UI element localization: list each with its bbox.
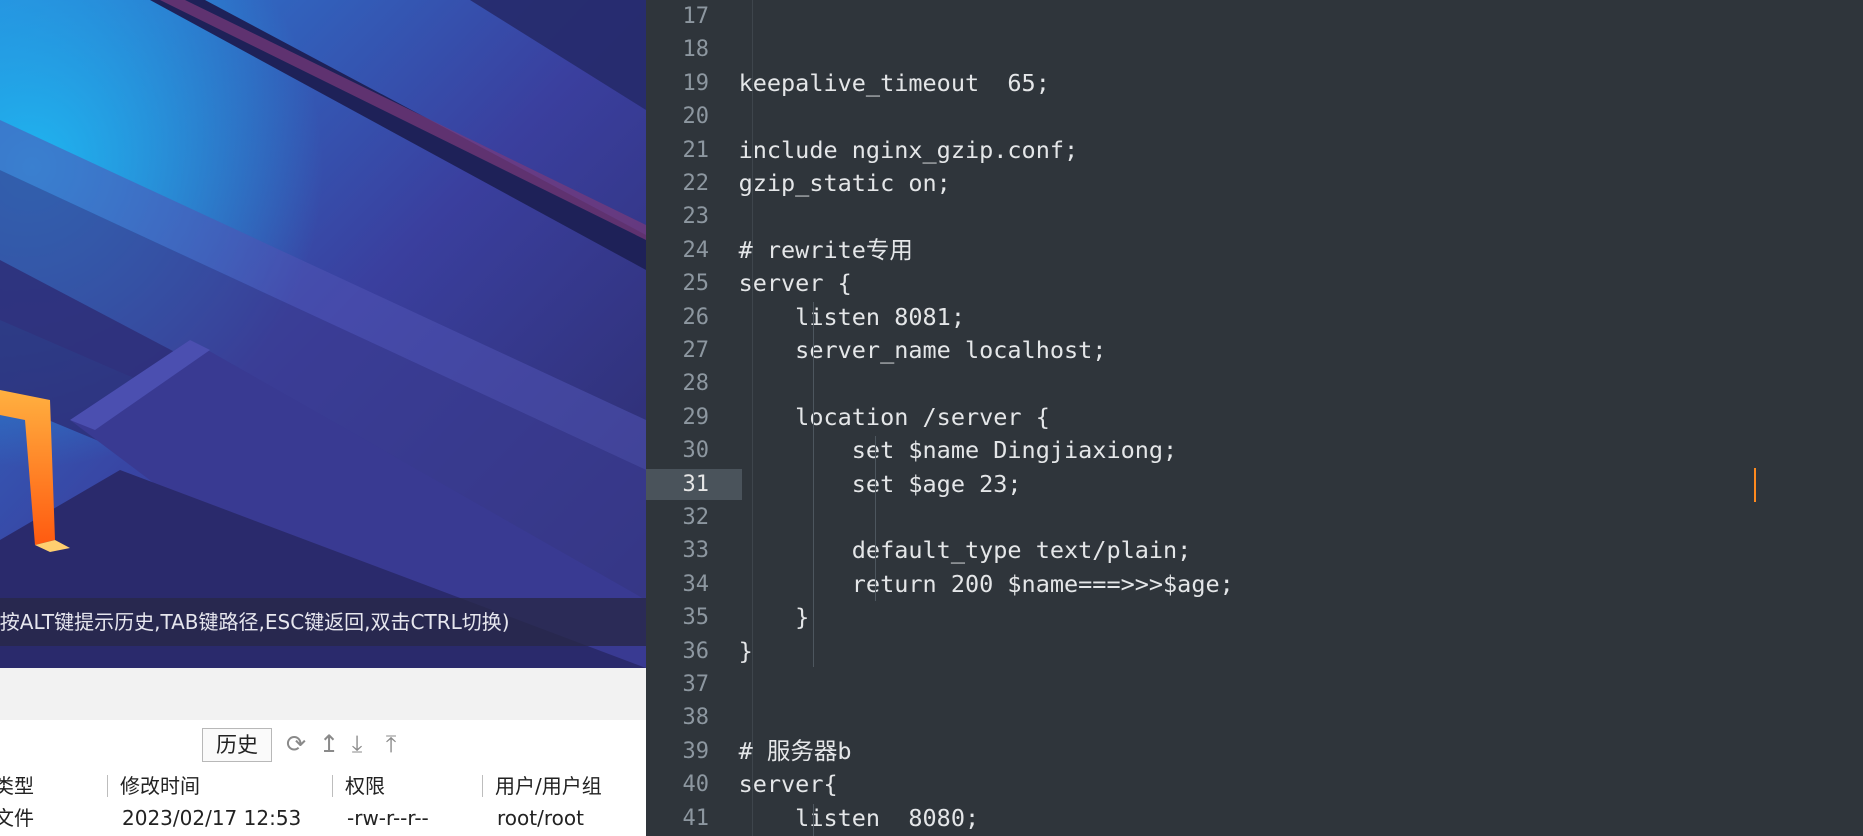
code-line[interactable]: 19 keepalive_timeout 65; [646, 67, 1863, 100]
column-modified[interactable]: 修改时间 [120, 770, 200, 802]
command-hint-bar: (按ALT键提示历史,TAB键路径,ESC键返回,双击CTRL切换) [0, 598, 646, 646]
line-number: 17 [682, 4, 710, 29]
code-line[interactable]: 22 gzip_static on; [646, 167, 1863, 200]
line-text: # 服务器b [682, 736, 852, 765]
line-number: 37 [682, 672, 710, 697]
line-text: gzip_static on; [682, 169, 951, 197]
cell-permissions: -rw-r--r-- [347, 806, 429, 830]
code-line[interactable]: 28 [646, 367, 1863, 400]
history-button[interactable]: 历史 [202, 728, 272, 762]
cell-owner: root/root [497, 806, 584, 830]
line-text: } [682, 603, 810, 632]
code-line[interactable]: 17 [646, 0, 1863, 33]
line-number: 23 [682, 204, 710, 230]
code-line[interactable]: 33 default_type text/plain; [646, 534, 1863, 567]
line-text: return 200 $name===>>>$age; [682, 569, 1234, 598]
code-line[interactable]: 27 server_name localhost; [646, 334, 1863, 367]
file-table-header: 类型 修改时间 权限 用户/用户组 [0, 770, 646, 803]
code-line[interactable]: 37 [646, 668, 1863, 701]
code-line[interactable]: 38 [646, 701, 1863, 734]
line-text: listen 8080; [682, 803, 980, 832]
code-line[interactable]: 40 server{ [646, 768, 1863, 801]
line-text: server{ [682, 770, 838, 799]
line-text: server_name localhost; [682, 336, 1107, 364]
code-line[interactable]: 31 set $age 23; [646, 468, 1863, 501]
up-icon[interactable]: ↥ [315, 730, 343, 758]
file-toolbar [0, 668, 646, 721]
terminal-panel: (按ALT键提示历史,TAB键路径,ESC键返回,双击CTRL切换) 历史 ⟳ … [0, 0, 646, 836]
code-line[interactable]: 24 # rewrite专用 [646, 234, 1863, 267]
column-separator[interactable] [107, 775, 108, 797]
code-line[interactable]: 21 include nginx_gzip.conf; [646, 134, 1863, 167]
line-number: 20 [682, 104, 710, 130]
cell-modified: 2023/02/17 12:53 [122, 806, 302, 830]
code-line[interactable]: 32 [646, 501, 1863, 534]
line-number: 32 [682, 505, 710, 530]
hint-text: (按ALT键提示历史,TAB键路径,ESC键返回,双击CTRL切换) [0, 610, 510, 634]
indent-guide [813, 804, 814, 836]
line-text: include nginx_gzip.conf; [682, 135, 1079, 164]
code-editor[interactable]: 17 18 19 keepalive_timeout 65; 20 21 include… [646, 0, 1863, 836]
table-row[interactable]: 文件 2023/02/17 12:53 -rw-r--r-- root/root [0, 802, 646, 836]
download-icon[interactable]: ⤓ [343, 730, 371, 758]
code-line[interactable]: 26 listen 8081; [646, 301, 1863, 334]
upload-icon[interactable]: ⤒ [377, 730, 405, 758]
line-text: set $name Dingjiaxiong; [682, 436, 1178, 465]
column-separator[interactable] [482, 775, 483, 797]
indent-guide [813, 302, 814, 667]
column-separator[interactable] [332, 775, 333, 797]
cell-type: 文件 [0, 806, 34, 830]
line-text: server { [682, 269, 852, 298]
line-text: listen 8081; [682, 302, 965, 331]
line-number: 28 [682, 371, 710, 397]
column-permissions[interactable]: 权限 [345, 770, 385, 802]
code-line[interactable]: 20 [646, 100, 1863, 133]
code-line[interactable]: 35 } [646, 601, 1863, 634]
line-text: default_type text/plain; [682, 536, 1192, 565]
indent-guide [875, 436, 876, 601]
line-text: keepalive_timeout 65; [682, 68, 1050, 97]
column-type[interactable]: 类型 [0, 770, 34, 802]
code-line[interactable]: 18 [646, 33, 1863, 66]
line-text: location /server { [682, 402, 1050, 431]
code-line[interactable]: 41 listen 8080; [646, 802, 1863, 835]
code-line[interactable]: 39 # 服务器b [646, 735, 1863, 768]
refresh-icon[interactable]: ⟳ [282, 730, 310, 758]
code-line[interactable]: 29 location /server { [646, 401, 1863, 434]
column-owner[interactable]: 用户/用户组 [495, 770, 602, 802]
line-text: set $age 23; [682, 469, 1022, 498]
line-text: } [682, 636, 753, 665]
code-line[interactable]: 30 set $name Dingjiaxiong; [646, 434, 1863, 467]
code-line[interactable]: 36 } [646, 635, 1863, 668]
line-number: 38 [682, 705, 710, 731]
code-line[interactable]: 34 return 200 $name===>>>$age; [646, 568, 1863, 601]
line-text: # rewrite专用 [682, 235, 913, 264]
line-number: 18 [682, 37, 710, 63]
desktop-wallpaper [0, 0, 646, 668]
code-line[interactable]: 23 [646, 200, 1863, 233]
code-line[interactable]: 25 server { [646, 267, 1863, 300]
text-caret [1754, 468, 1756, 502]
